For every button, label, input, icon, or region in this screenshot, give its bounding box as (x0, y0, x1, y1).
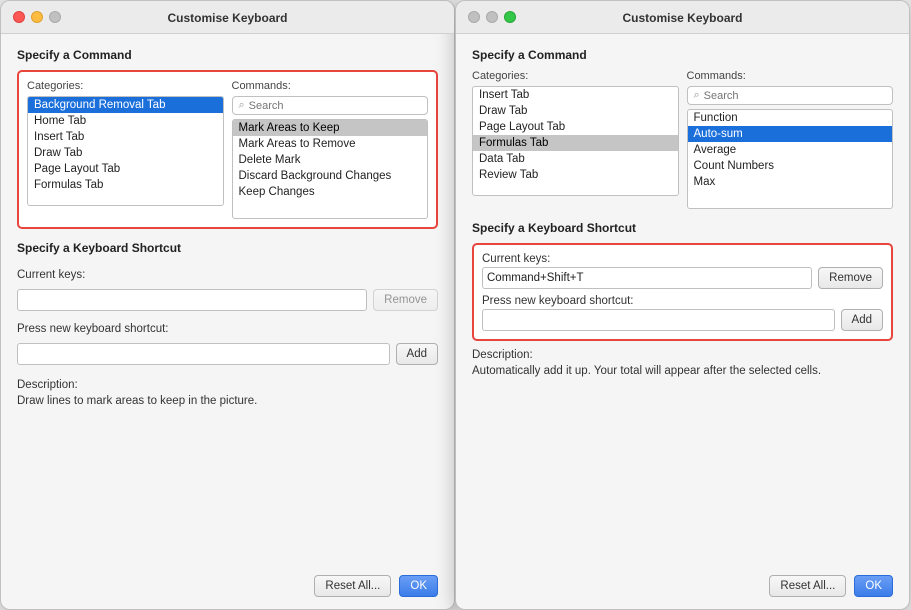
right-shortcut-title: Specify a Keyboard Shortcut (472, 221, 893, 235)
left-dialog-body: Specify a Command Categories: Background… (1, 34, 454, 567)
right-command-item-2[interactable]: Average (688, 142, 893, 158)
left-categories-label: Categories: (27, 80, 224, 92)
left-description-label: Description: (17, 379, 438, 391)
right-command-item-1[interactable]: Auto-sum (688, 126, 893, 142)
right-category-item-5[interactable]: Review Tab (473, 167, 678, 183)
right-specify-command-box: Categories: Insert Tab Draw Tab Page Lay… (472, 70, 893, 209)
left-category-item-2[interactable]: Insert Tab (28, 129, 223, 145)
left-titlebar: Customise Keyboard (1, 1, 454, 34)
left-maximize-button[interactable] (49, 11, 61, 23)
left-press-new-label: Press new keyboard shortcut: (17, 323, 438, 335)
left-command-grid: Categories: Background Removal Tab Home … (27, 80, 428, 219)
right-commands-list[interactable]: Function Auto-sum Average Count Numbers … (687, 109, 894, 209)
right-category-item-1[interactable]: Draw Tab (473, 103, 678, 119)
left-categories-list[interactable]: Background Removal Tab Home Tab Insert T… (27, 96, 224, 206)
right-remove-button[interactable]: Remove (818, 267, 883, 289)
right-current-keys-input[interactable] (482, 267, 812, 289)
right-footer: Reset All... OK (456, 567, 909, 609)
left-minimize-button[interactable] (31, 11, 43, 23)
right-dialog: Customise Keyboard Specify a Command Cat… (455, 0, 910, 610)
left-press-new-row: Add (17, 343, 438, 365)
left-categories-col: Categories: Background Removal Tab Home … (27, 80, 224, 219)
right-commands-label: Commands: (687, 70, 894, 82)
left-command-item-2[interactable]: Delete Mark (233, 152, 428, 168)
right-specify-command-label: Specify a Command (472, 48, 893, 62)
right-traffic-lights (468, 11, 516, 23)
left-category-item-5[interactable]: Formulas Tab (28, 177, 223, 193)
left-commands-list[interactable]: Mark Areas to Keep Mark Areas to Remove … (232, 119, 429, 219)
left-ok-button[interactable]: OK (399, 575, 438, 597)
left-remove-button[interactable]: Remove (373, 289, 438, 311)
left-shortcut-title: Specify a Keyboard Shortcut (17, 241, 438, 255)
right-commands-col: Commands: ⌕ Function Auto-sum Average Co… (687, 70, 894, 209)
right-titlebar: Customise Keyboard (456, 1, 909, 34)
left-press-new-input[interactable] (17, 343, 390, 365)
left-dialog: Customise Keyboard Specify a Command Cat… (0, 0, 455, 610)
right-categories-list[interactable]: Insert Tab Draw Tab Page Layout Tab Form… (472, 86, 679, 196)
right-reset-button[interactable]: Reset All... (769, 575, 846, 597)
right-close-button[interactable] (468, 11, 480, 23)
left-command-item-4[interactable]: Keep Changes (233, 184, 428, 200)
right-command-item-3[interactable]: Count Numbers (688, 158, 893, 174)
right-category-item-3[interactable]: Formulas Tab (473, 135, 678, 151)
left-specify-command-label: Specify a Command (17, 48, 438, 62)
right-description-label: Description: (472, 349, 893, 361)
right-press-new-label: Press new keyboard shortcut: (482, 295, 883, 307)
right-dialog-title: Customise Keyboard (622, 11, 742, 25)
left-category-item-0[interactable]: Background Removal Tab (28, 97, 223, 113)
left-current-keys-row: Remove (17, 289, 438, 311)
left-specify-command-section: Specify a Command Categories: Background… (17, 48, 438, 229)
right-current-keys-row: Remove (482, 267, 883, 289)
left-description-text: Draw lines to mark areas to keep in the … (17, 393, 438, 409)
right-shortcut-section: Specify a Keyboard Shortcut Current keys… (472, 221, 893, 379)
left-category-item-4[interactable]: Page Layout Tab (28, 161, 223, 177)
left-dialog-title: Customise Keyboard (167, 11, 287, 25)
left-command-item-3[interactable]: Discard Background Changes (233, 168, 428, 184)
right-press-new-row: Add (482, 309, 883, 331)
left-category-item-3[interactable]: Draw Tab (28, 145, 223, 161)
right-minimize-button[interactable] (486, 11, 498, 23)
left-add-button[interactable]: Add (396, 343, 438, 365)
left-specify-command-box: Categories: Background Removal Tab Home … (17, 70, 438, 229)
left-reset-button[interactable]: Reset All... (314, 575, 391, 597)
right-description-text: Automatically add it up. Your total will… (472, 363, 893, 379)
left-search-icon: ⌕ (239, 99, 245, 112)
right-command-grid: Categories: Insert Tab Draw Tab Page Lay… (472, 70, 893, 209)
right-add-button[interactable]: Add (841, 309, 883, 331)
left-current-keys-input[interactable] (17, 289, 367, 311)
right-shortcut-box: Current keys: Remove Press new keyboard … (472, 243, 893, 341)
right-category-item-4[interactable]: Data Tab (473, 151, 678, 167)
left-command-item-1[interactable]: Mark Areas to Remove (233, 136, 428, 152)
right-search-input[interactable] (704, 90, 886, 102)
left-description-area: Description: Draw lines to mark areas to… (17, 379, 438, 409)
right-category-item-2[interactable]: Page Layout Tab (473, 119, 678, 135)
left-close-button[interactable] (13, 11, 25, 23)
right-dialog-body: Specify a Command Categories: Insert Tab… (456, 34, 909, 567)
left-footer: Reset All... OK (1, 567, 454, 609)
right-specify-command-section: Specify a Command Categories: Insert Tab… (472, 48, 893, 209)
left-commands-label: Commands: (232, 80, 429, 92)
right-search-box[interactable]: ⌕ (687, 86, 894, 105)
right-categories-col: Categories: Insert Tab Draw Tab Page Lay… (472, 70, 679, 209)
right-maximize-button[interactable] (504, 11, 516, 23)
right-categories-label: Categories: (472, 70, 679, 82)
left-search-box[interactable]: ⌕ (232, 96, 429, 115)
right-current-keys-label: Current keys: (482, 253, 883, 265)
left-category-item-1[interactable]: Home Tab (28, 113, 223, 129)
left-shortcut-section: Specify a Keyboard Shortcut Current keys… (17, 241, 438, 409)
left-command-item-0[interactable]: Mark Areas to Keep (233, 120, 428, 136)
right-command-item-4[interactable]: Max (688, 174, 893, 190)
right-ok-button[interactable]: OK (854, 575, 893, 597)
right-search-icon: ⌕ (694, 89, 700, 102)
left-search-input[interactable] (249, 100, 421, 112)
right-description-area: Description: Automatically add it up. Yo… (472, 349, 893, 379)
left-commands-col: Commands: ⌕ Mark Areas to Keep Mark Area… (232, 80, 429, 219)
left-current-keys-label: Current keys: (17, 269, 438, 281)
right-category-item-0[interactable]: Insert Tab (473, 87, 678, 103)
right-command-item-0[interactable]: Function (688, 110, 893, 126)
right-press-new-input[interactable] (482, 309, 835, 331)
left-traffic-lights (13, 11, 61, 23)
